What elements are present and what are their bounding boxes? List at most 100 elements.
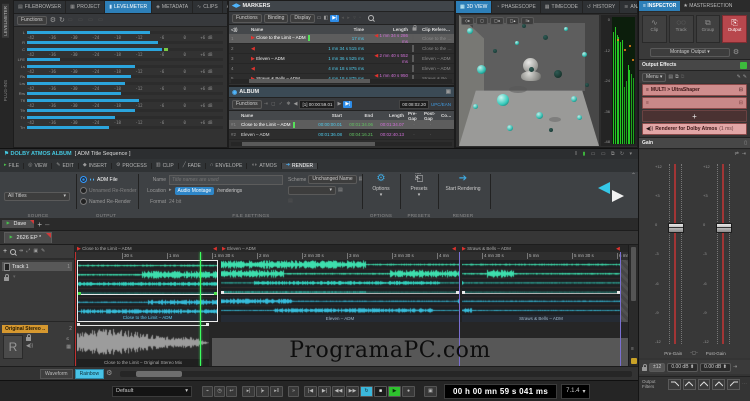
ribbon-tab-fade[interactable]: ╱ FADE — [179, 162, 206, 169]
output-option-unnamed[interactable]: Unnamed Re-Render — [80, 185, 137, 196]
track1-lock-icon[interactable] — [4, 274, 9, 281]
marker-flag-1[interactable]: ▶ Close to the Limit – ADM — [77, 245, 132, 252]
ribbon-tab-render[interactable]: ➔ RENDER — [281, 162, 319, 169]
track2-gain-icon[interactable]: ≤ — [66, 337, 71, 342]
markers-functions-button[interactable]: Functions — [232, 13, 262, 23]
output-option-named[interactable]: Named Re-Render — [80, 196, 137, 207]
add-effect-button[interactable]: + — [642, 110, 747, 122]
marker-tool-icon[interactable]: ▭ — [317, 15, 322, 21]
clip-straws-and-bells[interactable]: Straws & Bells – ADM — [462, 260, 620, 322]
track2-monitor-icon[interactable]: ◀)) — [26, 344, 33, 349]
scheme-folder-icon[interactable]: ▤ — [338, 188, 343, 193]
tab-metadata[interactable]: ◈ METADATA — [152, 1, 194, 13]
marker-end-flag[interactable]: ◀ — [213, 245, 217, 252]
panel-menu-icon[interactable]: ▣ — [446, 89, 451, 95]
ribbon-tab-clip[interactable]: ▥ CLIP — [152, 162, 179, 169]
ribbon-tab-edit[interactable]: ✎ EDIT — [52, 162, 79, 169]
loop-button[interactable]: ↻ — [360, 385, 373, 397]
rail-tab-levelmeter[interactable]: LEVELMETER — [2, 4, 9, 38]
track1-lane[interactable]: Close to the Limit – ADM Eleven – ADM St… — [75, 260, 628, 322]
go-end-button[interactable]: ▶| — [318, 385, 331, 397]
format-value[interactable]: 24 bit — [169, 199, 181, 205]
atmos-object-sphere[interactable] — [543, 34, 548, 40]
album-functions-button[interactable]: Functions — [232, 99, 262, 109]
gear-icon[interactable]: ⚙ — [50, 17, 56, 24]
filter-band3-button[interactable] — [712, 378, 726, 390]
marker-end-flag[interactable]: ◀ — [452, 245, 456, 252]
marker-row[interactable]: 2 ◀ 1 mn 34 s 515 ms Close to the Limit … — [229, 44, 454, 54]
render-presets-group[interactable]: ⎗ Presets ▾ — [404, 174, 434, 199]
envelope-handle[interactable] — [221, 291, 224, 294]
track2-header[interactable]: Original Stereo .. 2 R ◀)) ≤ ▦ — [0, 322, 75, 366]
envelope-handle[interactable] — [77, 323, 80, 326]
marker-row[interactable]: 1 ▶ Close to the Limit – ADM 17 ms ◀ 1 m… — [229, 33, 454, 44]
group-tab-dave[interactable]: Dave — [2, 220, 35, 228]
marker-play-icon[interactable]: ▶| — [330, 14, 340, 22]
bottom-tab-rainbow[interactable]: Rainbow — [74, 368, 105, 379]
tab-filebrowser[interactable]: ▤ FILEBROWSER — [14, 1, 67, 13]
clip-level-envelope[interactable] — [79, 294, 216, 295]
transport-undo-loop-button[interactable]: ↩ — [226, 385, 237, 397]
ribbon-tab-envelope[interactable]: ∩ ENVELOPE — [206, 162, 248, 169]
left-view-button[interactable]: ▢◂ — [489, 17, 504, 25]
folder-icon[interactable]: ▤ — [668, 74, 673, 80]
lock-gain-icon[interactable] — [642, 363, 647, 371]
render-options-group[interactable]: ⚙ Options ▾ — [366, 174, 396, 199]
filter-lowpass-button[interactable] — [668, 378, 681, 390]
track1-header[interactable]: Track 1 1 ▾ — [0, 260, 75, 322]
atmos-object-sphere[interactable] — [576, 114, 582, 120]
tab-3d-view[interactable]: ▦ 3D VIEW — [456, 1, 493, 13]
tab-clips[interactable]: ∿ CLIPS — [193, 1, 223, 13]
atmos-3d-room[interactable]: ◇▸ ▢ ▢◂ ▢▴ ≡▸ — [459, 15, 599, 146]
folder-shortcut-icon[interactable] — [631, 358, 637, 364]
marker-row[interactable]: 4 ◀ 4 mn 18 s 875 ms Eleven – ADM — [229, 64, 454, 74]
filter-highpass-button[interactable] — [727, 378, 740, 390]
marker-flag-2[interactable]: ▶ Eleven – ADM — [222, 245, 256, 252]
scroll-option-icon[interactable]: ≡ — [631, 346, 634, 352]
add-tab-button[interactable]: + — [37, 220, 42, 229]
location-expand-icon[interactable]: ▸ — [169, 188, 172, 193]
play-selection-button[interactable]: |▸ — [256, 385, 269, 397]
gear-icon[interactable]: ⚙ — [106, 370, 112, 377]
record-button[interactable]: ● — [402, 385, 415, 397]
gain-link-icon[interactable]: -◻- — [690, 351, 697, 356]
scheme-variant-dropdown[interactable]: ▾ — [288, 186, 336, 195]
tab-timecode[interactable]: ▦ TIMECODE — [541, 1, 583, 13]
copy-icon[interactable]: ⧉ — [675, 74, 679, 80]
clip-original-stereo-mix[interactable]: Close to the Limit – Original Stereo Mix — [77, 322, 209, 366]
tab-phasescope[interactable]: ◔ PHASESCOPE — [492, 1, 541, 13]
bottom-tab-waveform[interactable]: Waveform — [40, 368, 73, 379]
post-gain-fader[interactable]: +12 +3 0 -3 -6 -9 -12 — [701, 164, 737, 344]
gear-icon[interactable]: ⚙ — [733, 49, 739, 56]
fader-handle[interactable] — [716, 223, 732, 234]
scheme-dropdown[interactable]: Unchanged Name — [308, 175, 357, 184]
transport-timer-button[interactable]: ◷ — [214, 385, 225, 397]
tab-levelmeter[interactable]: ▮ LEVELMETER — [105, 1, 153, 13]
drag-handle-icon[interactable]: ≡ — [646, 87, 649, 93]
effects-on-icon[interactable] — [740, 61, 747, 69]
ribbon-tab-file[interactable]: ▸ FILE — [0, 162, 25, 169]
reset-icon[interactable]: ↻ — [59, 17, 65, 24]
inspector-group-button[interactable]: ⧉ Group — [695, 15, 721, 43]
zoom-tool-icon[interactable] — [10, 248, 17, 255]
radio-named[interactable] — [80, 198, 87, 205]
play-pause-button[interactable]: ▸‖ — [270, 385, 283, 397]
atmos-object-sphere[interactable] — [548, 127, 553, 132]
pre-gain-fader[interactable]: +12 +3 0 -3 -6 -9 -12 — [653, 164, 689, 344]
source-titles-dropdown[interactable]: All Titles ▾ — [4, 192, 70, 201]
effects-menu-button[interactable]: Menu ▾ — [642, 72, 667, 82]
grid-icon[interactable]: ▣ — [33, 249, 38, 254]
track2-name[interactable]: Original Stereo .. — [2, 324, 49, 333]
clip-level-envelope[interactable] — [222, 293, 458, 294]
pre-gain-value[interactable]: 0.00 dB ⬍ — [667, 362, 699, 372]
effect-slot-renderer[interactable]: ◀)) Renderer for Dolby Atmos (1 ms) — [642, 123, 747, 135]
marker-pair-icon[interactable]: ◧ — [324, 15, 329, 21]
play-from-marker-button[interactable]: ▸| — [242, 385, 255, 397]
tab-history[interactable]: ↺ HISTORY — [583, 1, 621, 13]
effect-slot-empty[interactable]: ≡ ⊟ — [642, 97, 747, 109]
envelope-handle[interactable] — [206, 323, 209, 326]
clip-level-envelope[interactable] — [78, 325, 208, 326]
time-display[interactable]: 00 h 00 mn 59 s 041 ms — [444, 383, 558, 399]
montage-output-dropdown[interactable]: Montage Output ▾ — [649, 48, 730, 57]
tab-inspector[interactable]: ≡ INSPECTOR — [639, 1, 681, 11]
